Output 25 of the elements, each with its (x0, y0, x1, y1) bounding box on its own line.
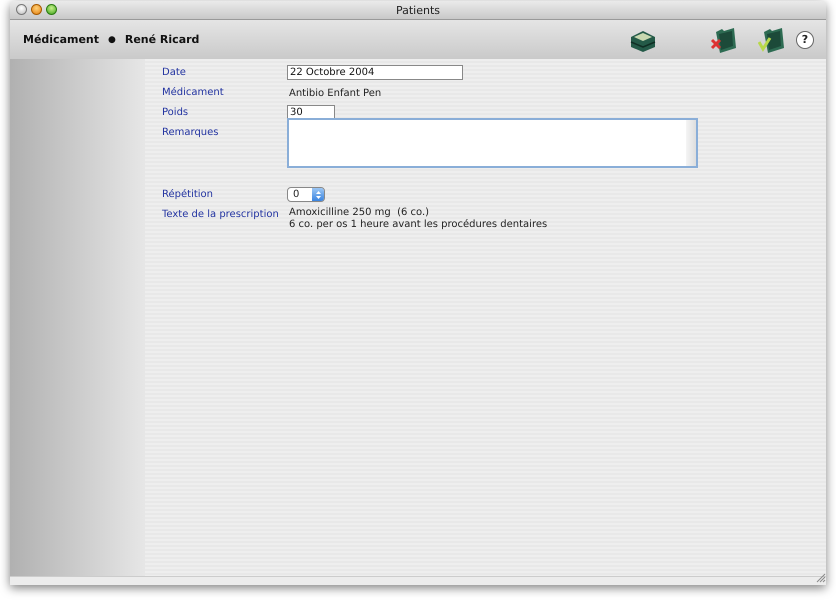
input-field[interactable]: 22 Octobre 2004 (287, 65, 463, 80)
section-title: Médicament (23, 33, 100, 46)
repetition-select[interactable]: 0 (287, 187, 325, 202)
field-label: Poids (162, 106, 190, 120)
prescription-line: Amoxicilline 250 mg (6 co.) (289, 207, 430, 219)
field-label: Date (162, 66, 187, 80)
stepper-arrows-icon[interactable] (314, 190, 322, 200)
input-field[interactable]: 30 (287, 105, 335, 120)
minimize-button[interactable] (31, 4, 42, 15)
close-button[interactable] (16, 4, 27, 15)
remarks-field[interactable] (287, 118, 698, 168)
help-button[interactable]: ? (796, 30, 814, 48)
separator-dot: ● (108, 34, 116, 44)
prescription-line: 6 co. per os 1 heure avant les procédures dentaires (289, 219, 548, 231)
window-title: Patients (396, 4, 440, 16)
field-value: Antibio Enfant Pen (288, 87, 382, 101)
field-label: Texte de la prescription (162, 208, 280, 222)
folder-check-icon[interactable] (758, 26, 786, 54)
field-label: Médicament (162, 86, 225, 100)
field-label: Répétition (162, 188, 214, 202)
folder-delete-icon[interactable] (710, 26, 738, 54)
zoom-button[interactable] (46, 4, 57, 15)
resize-grip-icon[interactable] (816, 573, 826, 583)
patient-name: René Ricard (124, 33, 200, 46)
field-label: Remarques (162, 126, 220, 140)
